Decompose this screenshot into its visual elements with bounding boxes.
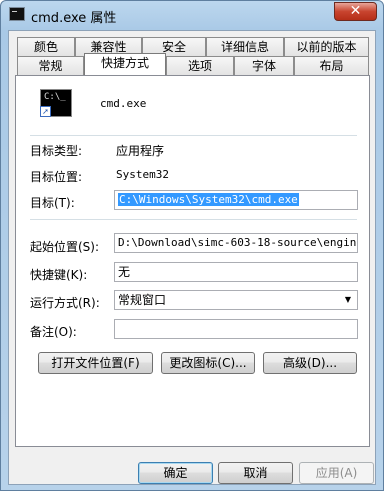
change-icon-button[interactable]: 更改图标(C)... [161, 352, 255, 374]
ok-button[interactable]: 确定 [138, 462, 213, 484]
hotkey-input[interactable]: 无 [114, 262, 358, 282]
tab-general[interactable]: 常规 [17, 56, 84, 75]
start-in-label: 起始位置(S): [30, 240, 100, 254]
chevron-down-icon: ▼ [344, 295, 352, 304]
run-mode-value: 常规窗口 [118, 293, 167, 307]
comment-label: 备注(O): [30, 325, 77, 339]
title-bar[interactable]: cmd.exe 属性 ✕ [1, 1, 383, 29]
target-input[interactable]: C:\Windows\System32\cmd.exe [114, 190, 358, 210]
cmd-app-icon[interactable] [9, 7, 25, 21]
icon-prompt-text: C:\_ [44, 92, 66, 102]
advanced-button[interactable]: 高级(D)... [263, 352, 357, 374]
cancel-button[interactable]: 取消 [218, 462, 293, 484]
tab-shortcut[interactable]: 快捷方式 [84, 53, 166, 75]
target-input-text: C:\Windows\System32\cmd.exe [118, 193, 299, 206]
properties-window: cmd.exe 属性 ✕ 颜色 兼容性 安全 详细信息 以前的版本 常规 快捷方… [0, 0, 384, 491]
tab-previous-versions[interactable]: 以前的版本 [284, 37, 369, 56]
close-button[interactable]: ✕ [334, 2, 377, 21]
hotkey-label: 快捷键(K): [30, 268, 88, 282]
target-type-value: 应用程序 [116, 144, 165, 158]
tab-colors[interactable]: 颜色 [17, 37, 75, 56]
run-label: 运行方式(R): [30, 296, 100, 310]
apply-button[interactable]: 应用(A) [299, 462, 374, 484]
tab-details[interactable]: 详细信息 [206, 37, 284, 56]
divider [30, 219, 357, 220]
cmd-shortcut-icon: C:\_ ➚ [40, 89, 72, 117]
target-label: 目标(T): [30, 196, 75, 210]
target-location-value: System32 [116, 168, 169, 181]
target-location-label: 目标位置: [30, 170, 83, 184]
dialog-client: 颜色 兼容性 安全 详细信息 以前的版本 常规 快捷方式 选项 字体 布局 C:… [8, 30, 376, 485]
shortcut-arrow-icon: ➚ [40, 106, 51, 117]
comment-input[interactable] [114, 319, 358, 339]
window-title: cmd.exe 属性 [31, 11, 117, 26]
run-mode-select[interactable]: 常规窗口 ▼ [114, 290, 358, 310]
tab-options[interactable]: 选项 [166, 56, 234, 75]
shortcut-tab-page: C:\_ ➚ cmd.exe 目标类型: 应用程序 目标位置: System32… [15, 75, 370, 447]
shortcut-name: cmd.exe [100, 97, 147, 110]
start-in-input[interactable]: D:\Download\simc-603-18-source\engine [114, 233, 358, 253]
tab-font[interactable]: 字体 [234, 56, 294, 75]
open-file-location-button[interactable]: 打开文件位置(F) [38, 352, 153, 374]
tab-layout[interactable]: 布局 [294, 56, 369, 75]
target-type-label: 目标类型: [30, 144, 83, 158]
divider [30, 135, 357, 136]
